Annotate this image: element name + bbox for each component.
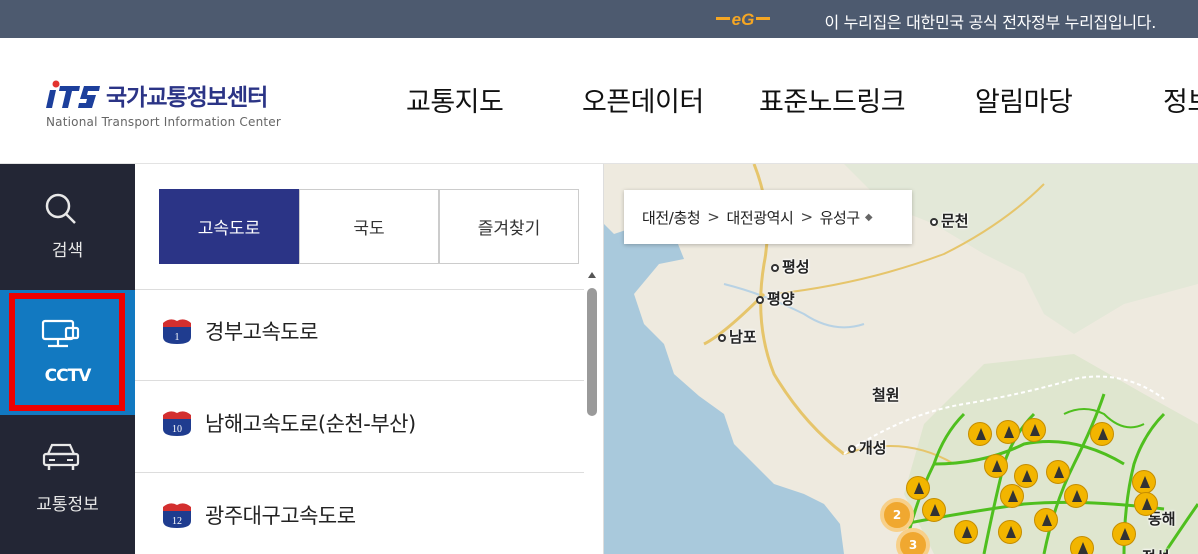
breadcrumb-separator: > [707,208,720,226]
breadcrumb-separator: > [800,208,813,226]
search-icon [45,193,76,224]
road-type-tabs: 고속도로 국도 즐겨찾기 [159,189,579,264]
egov-logo-icon: eG [716,10,770,29]
cctv-marker-icon[interactable] [1000,484,1024,508]
tab-expressway[interactable]: 고속도로 [159,189,299,264]
cctv-marker-icon[interactable] [1134,492,1158,516]
sidebar-item-label: 검색 [51,241,84,261]
list-item-road[interactable]: 1 경부고속도로 [161,316,318,346]
site-logo[interactable]: 국가교통정보센터 National Transport Information … [46,78,296,133]
road-name: 경부고속도로 [205,320,318,344]
cctv-marker-icon[interactable] [1046,460,1070,484]
road-number: 12 [172,516,182,527]
car-icon [42,443,80,470]
cctv-cluster-marker[interactable]: 2 [880,498,914,532]
map-breadcrumb[interactable]: 대전/충청 > 대전광역시 > 유성구 ◆ [624,190,912,244]
svg-text:eG: eG [732,10,755,29]
expressway-shield-icon: 1 [163,319,191,344]
map-city-label: 평양 [756,288,795,309]
nav-info[interactable]: 정보 [1163,80,1198,119]
divider [135,380,584,381]
gov-banner: eG 이 누리집은 대한민국 공식 전자정부 누리집입니다. [0,0,1198,38]
cctv-cluster-marker[interactable]: 3 [896,528,930,554]
sidebar-item-search[interactable]: 검색 [0,164,135,289]
cctv-icon [41,319,80,348]
its-logo-icon [46,80,100,108]
breadcrumb-expand-icon[interactable]: ◆ [865,212,873,223]
breadcrumb-province[interactable]: 대전/충청 [642,207,701,228]
road-number: 10 [172,424,182,435]
road-number: 1 [175,332,180,343]
scroll-up-arrow-icon[interactable] [588,272,596,278]
map-city-label: 평성 [771,256,810,277]
gov-banner-text: 이 누리집은 대한민국 공식 전자정부 누리집입니다. [824,13,1156,32]
road-name: 남해고속도로(순천-부산) [205,412,416,436]
map-city-label: 문천 [930,210,969,231]
road-name: 광주대구고속도로 [205,504,356,528]
map-city-label: 남포 [718,326,757,347]
map-city-label: 철원 [872,386,900,404]
cctv-list-panel: 고속도로 국도 즐겨찾기 1 경부고속도로 10 남해고속도로(순천-부산) 1… [135,164,604,554]
traffic-map[interactable]: 대전/충청 > 대전광역시 > 유성구 ◆ 평성 평양 남포 철원 개성 문천 … [604,164,1198,554]
cctv-marker-icon[interactable] [1022,418,1046,442]
cctv-marker-icon[interactable] [1070,536,1094,554]
sidebar-item-label: CCTV [44,366,92,386]
nav-traffic-map[interactable]: 교통지도 [406,80,504,119]
cctv-marker-icon[interactable] [984,454,1008,478]
highlight-box [9,293,125,411]
expressway-shield-icon: 10 [163,411,191,436]
expressway-shield-icon: 12 [163,503,191,528]
sidebar-item-cctv[interactable]: CCTV [0,290,135,415]
tab-favorites[interactable]: 즐겨찾기 [439,189,579,264]
nav-standard-node-link[interactable]: 표준노드링크 [759,80,906,119]
site-header: 국가교통정보센터 National Transport Information … [0,38,1198,164]
tab-national-road[interactable]: 국도 [299,189,439,264]
cctv-marker-icon[interactable] [1112,522,1136,546]
cctv-marker-icon[interactable] [1034,508,1058,532]
list-item-road[interactable]: 12 광주대구고속도로 [161,500,356,530]
cctv-marker-icon[interactable] [998,520,1022,544]
divider [135,289,584,290]
logo-subtitle: National Transport Information Center [46,115,282,129]
nav-open-data[interactable]: 오픈데이터 [582,80,704,119]
cctv-marker-icon[interactable] [968,422,992,446]
cctv-marker-icon[interactable] [922,498,946,522]
divider [135,472,584,473]
scrollbar-thumb[interactable] [587,288,597,416]
breadcrumb-district[interactable]: 유성구 [820,207,861,228]
breadcrumb-city[interactable]: 대전광역시 [726,207,793,228]
sidebar-item-label: 교통정보 [36,495,99,515]
logo-title: 국가교통정보센터 [106,85,268,111]
map-city-label: 정선 [1142,546,1170,554]
cctv-marker-icon[interactable] [1132,470,1156,494]
left-sidebar: 검색 CCTV 교통정보 [0,164,135,554]
cctv-marker-icon[interactable] [1090,422,1114,446]
map-city-label: 개성 [848,437,887,458]
cctv-marker-icon[interactable] [996,420,1020,444]
sidebar-item-traffic[interactable]: 교통정보 [0,416,135,541]
cctv-marker-icon[interactable] [954,520,978,544]
cctv-marker-icon[interactable] [906,476,930,500]
nav-notice[interactable]: 알림마당 [975,80,1073,119]
list-item-road[interactable]: 10 남해고속도로(순천-부산) [161,408,416,438]
cctv-marker-icon[interactable] [1064,484,1088,508]
